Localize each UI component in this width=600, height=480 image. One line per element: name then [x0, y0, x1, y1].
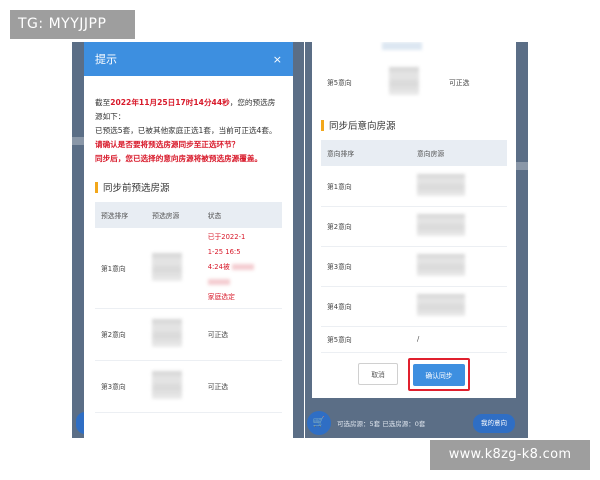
notice-text: 截至2022年11月25日17时14分44秒，您的预选房源如下： 已预选5套，已… — [84, 76, 293, 166]
preselect-table: 预选排序 预选房源 状态 第1意向 已于2022-1 1-25 16:5 4:2… — [95, 202, 282, 413]
sync-dialog: 第5意向 可正选 同步后意向房源 意向排序 意向房源 第1意向 第2意向 第3意… — [312, 42, 516, 398]
row-status: 已于2022-1 1-25 16:5 4:24被 家庭选定 — [201, 228, 282, 309]
top-remaining-table: 第5意向 可正选 — [321, 62, 507, 102]
blurred-top — [382, 42, 422, 50]
table-row: 第5意向 可正选 — [321, 62, 507, 102]
dialog-buttons: 取消 确认同步 — [312, 358, 516, 391]
row-status: 可正选 — [449, 79, 470, 87]
table-row: 第5意向 / — [321, 326, 507, 353]
bottom-bar: 🛒 可选房源：5套 已选房源：0套 我的意向 — [305, 407, 528, 438]
row-house-blurred — [411, 246, 507, 287]
table-header-row: 预选排序 预选房源 状态 — [95, 202, 282, 228]
table-row: 第2意向 — [321, 206, 507, 247]
table-row: 第1意向 已于2022-1 1-25 16:5 4:24被 家庭选定 — [95, 228, 282, 309]
watermark-bottom-right: www.k8zg-k8.com — [430, 440, 590, 470]
row-order: 第2意向 — [95, 308, 147, 361]
row-order: 第2意向 — [321, 206, 411, 247]
row-order: 第5意向 — [327, 79, 352, 87]
table-row: 第3意向 — [321, 246, 507, 287]
row-house-blurred — [146, 360, 202, 413]
col-order: 意向排序 — [321, 140, 411, 166]
row-house-blurred — [411, 206, 507, 247]
confirm-sync-button[interactable]: 确认同步 — [413, 364, 465, 386]
row-order: 第4意向 — [321, 286, 411, 327]
row-house-blurred — [411, 166, 507, 207]
row-order: 第3意向 — [321, 246, 411, 287]
row-order: 第1意向 — [321, 166, 411, 207]
watermark-top-left: TG: MYYJJPP — [10, 10, 135, 39]
table-row: 第2意向 可正选 — [95, 308, 282, 361]
row-status: 可正选 — [201, 308, 282, 361]
col-order: 预选排序 — [95, 202, 147, 228]
row-house-blurred — [411, 286, 507, 327]
section-title-after: 同步后意向房源 — [321, 118, 507, 132]
table-header-row: 意向排序 意向房源 — [321, 140, 507, 166]
close-icon[interactable]: × — [273, 53, 282, 66]
row-status: 可正选 — [201, 360, 282, 413]
notice-time: 2022年11月25日17时14分44秒 — [110, 98, 230, 107]
table-row: 第4意向 — [321, 286, 507, 327]
right-screenshot: 第5意向 可正选 同步后意向房源 意向排序 意向房源 第1意向 第2意向 第3意… — [305, 42, 528, 438]
dialog-title: 提示 — [95, 53, 117, 66]
dialog-header: 提示 × — [84, 42, 293, 76]
page: 提示 × 截至2022年11月25日17时14分44秒，您的预选房源如下： 已预… — [0, 0, 600, 480]
cart-icon[interactable]: 🛒 — [307, 411, 331, 435]
warn-line1: 请确认是否要将预选房源同步至正选环节？ — [95, 140, 240, 149]
highlight-box: 确认同步 — [408, 358, 470, 391]
section-title-before: 同步前预选房源 — [95, 180, 282, 194]
col-status: 状态 — [201, 202, 282, 228]
row-house: / — [411, 326, 507, 353]
row-order: 第3意向 — [95, 360, 147, 413]
intent-table: 意向排序 意向房源 第1意向 第2意向 第3意向 第4意向 第5意向 / — [321, 140, 507, 353]
table-row: 第3意向 可正选 — [95, 360, 282, 413]
section-title-text: 同步前预选房源 — [103, 183, 170, 194]
left-screenshot: 提示 × 截至2022年11月25日17时14分44秒，您的预选房源如下： 已预… — [72, 42, 304, 438]
my-intent-button[interactable]: 我的意向 — [473, 414, 515, 433]
row-house-blurred — [146, 308, 202, 361]
col-house: 预选房源 — [146, 202, 202, 228]
notice-line2: 已预选5套，已被其他家庭正选1套，当前可正选4套。 — [95, 126, 277, 135]
warn-line2: 同步后，您已选择的意向房源将被预选房源覆盖。 — [95, 154, 263, 163]
cancel-button[interactable]: 取消 — [358, 363, 398, 385]
background-strip — [514, 162, 528, 170]
row-order: 第1意向 — [95, 228, 147, 309]
notice-prefix: 截至 — [95, 98, 111, 107]
prompt-dialog: 提示 × 截至2022年11月25日17时14分44秒，您的预选房源如下： 已预… — [84, 42, 293, 438]
section-bar — [321, 119, 324, 131]
selectable-count: 可选房源：5套 已选房源：0套 — [337, 420, 426, 428]
section-title-text: 同步后意向房源 — [329, 121, 396, 132]
row-house-blurred — [383, 62, 443, 102]
section-bar — [95, 181, 98, 193]
table-row: 第1意向 — [321, 166, 507, 207]
row-order: 第5意向 — [321, 326, 411, 353]
row-house-blurred — [146, 228, 202, 309]
col-house: 意向房源 — [411, 140, 507, 166]
